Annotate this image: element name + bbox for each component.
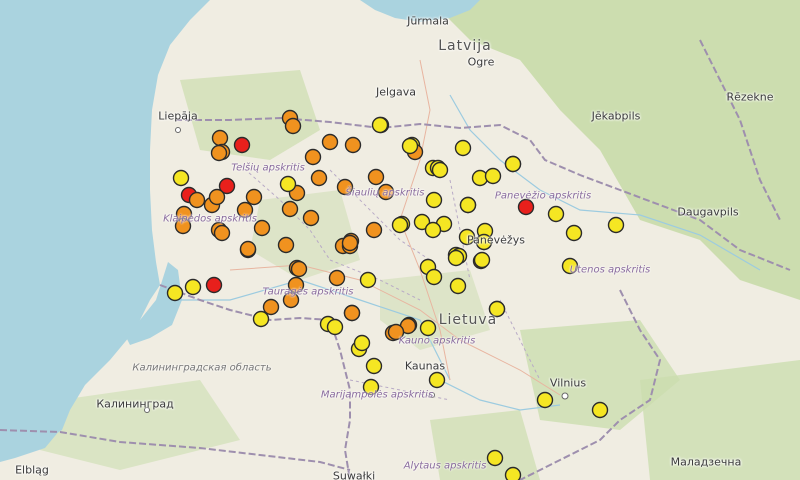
station-marker-mid[interactable]	[282, 291, 300, 309]
station-marker-low[interactable]	[547, 205, 565, 223]
station-marker-low[interactable]	[454, 139, 472, 157]
station-marker-low[interactable]	[365, 357, 383, 375]
station-marker-low[interactable]	[391, 216, 409, 234]
station-marker-low[interactable]	[326, 318, 344, 336]
station-marker-low[interactable]	[475, 233, 493, 251]
station-marker-low[interactable]	[458, 228, 476, 246]
station-marker-low[interactable]	[425, 268, 443, 286]
station-marker-mid[interactable]	[188, 191, 206, 209]
station-marker-mid[interactable]	[387, 323, 405, 341]
station-marker-low[interactable]	[486, 449, 504, 467]
station-marker-low[interactable]	[473, 251, 491, 269]
station-marker-low[interactable]	[401, 137, 419, 155]
station-marker-mid[interactable]	[321, 133, 339, 151]
station-marker-low[interactable]	[419, 319, 437, 337]
station-marker-low[interactable]	[371, 116, 389, 134]
station-marker-mid[interactable]	[287, 276, 305, 294]
station-marker-mid[interactable]	[344, 136, 362, 154]
map-view[interactable]: Jūrmala Latvija Ogre Jelgava Liepāja Jēk…	[0, 0, 800, 480]
station-marker-mid[interactable]	[377, 183, 395, 201]
station-marker-high[interactable]	[205, 276, 223, 294]
station-marker-low[interactable]	[488, 300, 506, 318]
station-marker-low[interactable]	[172, 169, 190, 187]
station-marker-low[interactable]	[504, 155, 522, 173]
station-marker-low[interactable]	[565, 224, 583, 242]
station-marker-mid[interactable]	[367, 168, 385, 186]
station-marker-low[interactable]	[431, 161, 449, 179]
station-marker-mid[interactable]	[253, 219, 271, 237]
station-marker-low[interactable]	[166, 284, 184, 302]
station-marker-mid[interactable]	[208, 188, 226, 206]
station-marker-mid[interactable]	[239, 240, 257, 258]
station-marker-low[interactable]	[484, 167, 502, 185]
station-marker-mid[interactable]	[284, 117, 302, 135]
station-marker-mid[interactable]	[290, 260, 308, 278]
station-marker-mid[interactable]	[281, 200, 299, 218]
station-marker-mid[interactable]	[174, 217, 192, 235]
station-marker-low[interactable]	[252, 310, 270, 328]
station-marker-mid[interactable]	[341, 234, 359, 252]
station-marker-mid[interactable]	[343, 304, 361, 322]
station-marker-low[interactable]	[425, 191, 443, 209]
station-marker-low[interactable]	[591, 401, 609, 419]
station-marker-low[interactable]	[504, 466, 522, 480]
station-marker-low[interactable]	[447, 249, 465, 267]
station-marker-mid[interactable]	[365, 221, 383, 239]
station-marker-mid[interactable]	[302, 209, 320, 227]
station-marker-low[interactable]	[561, 257, 579, 275]
station-marker-low[interactable]	[449, 277, 467, 295]
station-marker-mid[interactable]	[304, 148, 322, 166]
station-marker-low[interactable]	[607, 216, 625, 234]
station-marker-low[interactable]	[279, 175, 297, 193]
marker-layer	[166, 109, 625, 480]
station-marker-low[interactable]	[359, 271, 377, 289]
station-marker-low[interactable]	[184, 278, 202, 296]
station-marker-mid[interactable]	[210, 144, 228, 162]
station-marker-mid[interactable]	[277, 236, 295, 254]
station-marker-low[interactable]	[353, 334, 371, 352]
station-marker-low[interactable]	[362, 378, 380, 396]
station-marker-low[interactable]	[424, 221, 442, 239]
station-marker-high[interactable]	[517, 198, 535, 216]
station-marker-mid[interactable]	[236, 201, 254, 219]
station-marker-mid[interactable]	[328, 269, 346, 287]
station-marker-low[interactable]	[428, 371, 446, 389]
station-marker-mid[interactable]	[310, 169, 328, 187]
station-marker-mid[interactable]	[262, 298, 280, 316]
station-marker-low[interactable]	[459, 196, 477, 214]
station-marker-mid[interactable]	[245, 188, 263, 206]
station-marker-mid[interactable]	[336, 178, 354, 196]
station-marker-mid[interactable]	[211, 129, 229, 147]
station-marker-low[interactable]	[536, 391, 554, 409]
station-marker-high[interactable]	[233, 136, 251, 154]
station-marker-mid[interactable]	[213, 224, 231, 242]
